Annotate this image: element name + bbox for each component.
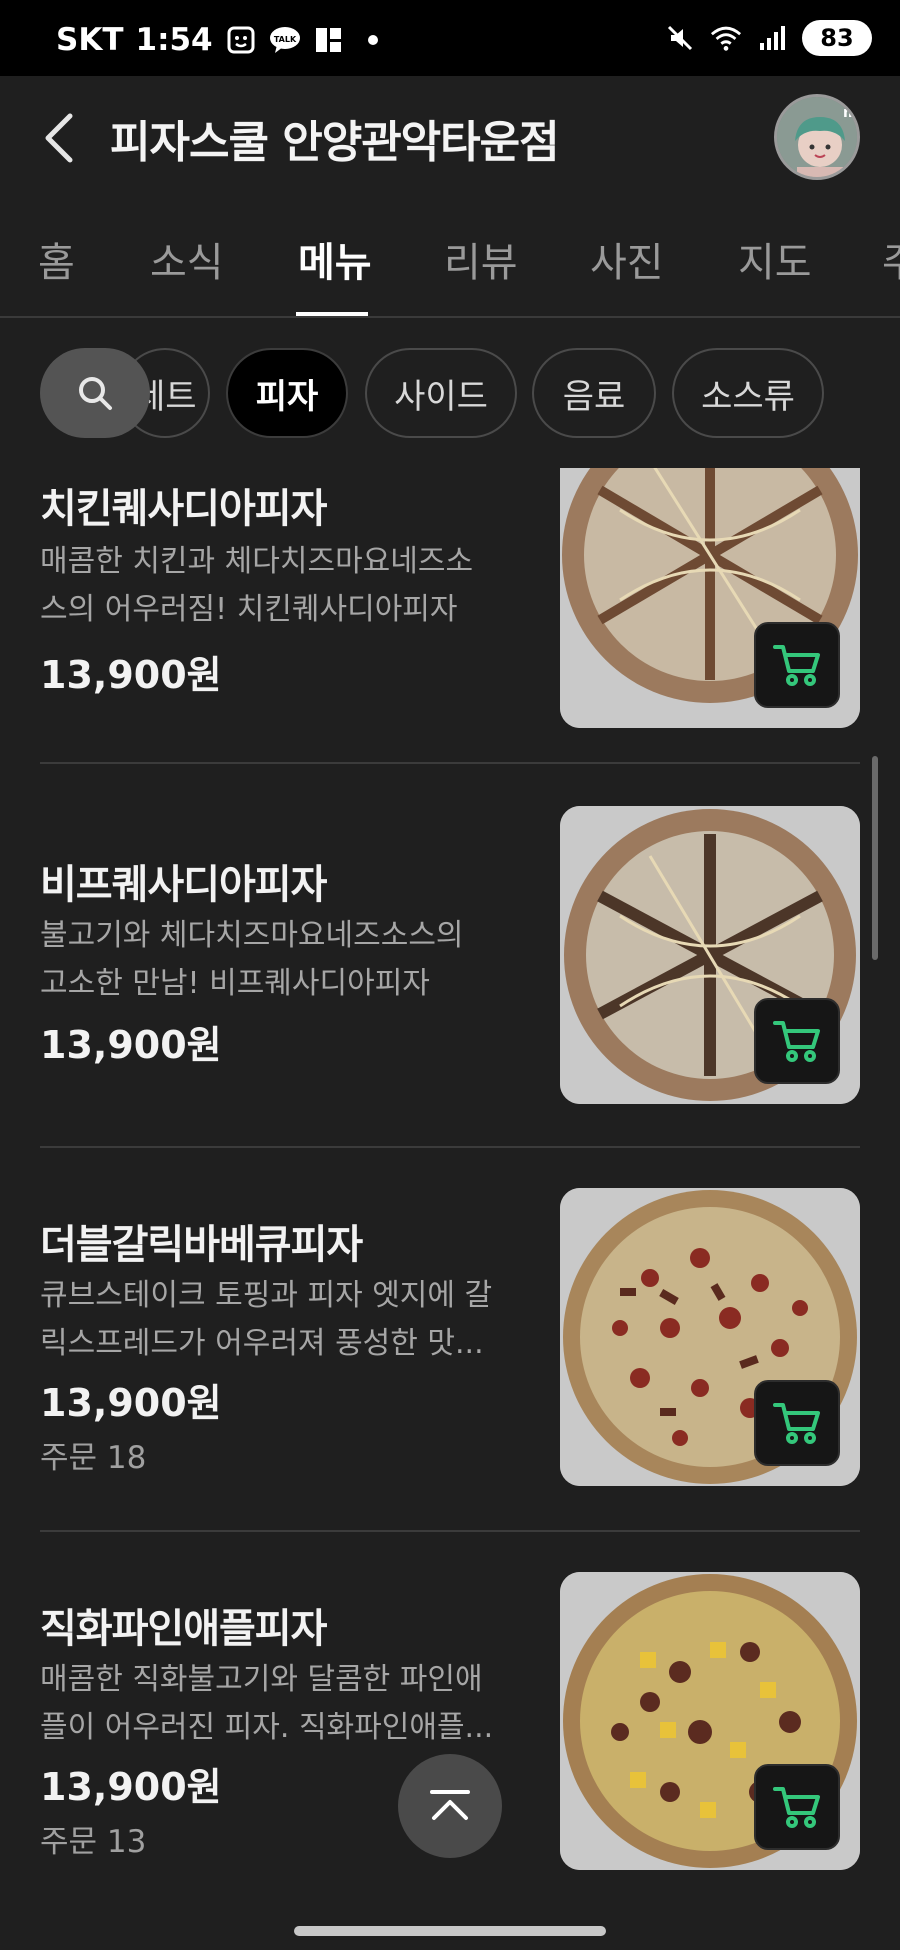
menu-item-price: 13,900원 — [40, 1765, 222, 1809]
tab-menu[interactable]: 메뉴 — [298, 230, 372, 288]
back-button[interactable] — [34, 106, 88, 170]
menu-item-name: 더블갈릭바베큐피자 — [40, 1222, 363, 1268]
category-chip-label: 소스류 — [701, 376, 795, 417]
status-bar-right: 83 — [664, 20, 872, 56]
menu-item-image[interactable] — [560, 468, 860, 728]
menu-item-order-count: 주문 18 — [40, 1440, 147, 1476]
add-to-cart-button[interactable] — [754, 998, 840, 1084]
profile-character-icon: my — [777, 97, 860, 177]
category-chip-drinks[interactable]: 음료 — [532, 348, 656, 438]
menu-item-price: 13,900원 — [40, 1381, 222, 1425]
menu-item-image[interactable] — [560, 806, 860, 1104]
menu-item-description: 매콤한 직화불고기와 달콤한 파인애 플이 어우러진 피자. 직화파인애플... — [40, 1656, 520, 1752]
tab-news[interactable]: 소식 — [150, 230, 224, 288]
add-to-cart-button[interactable] — [754, 622, 840, 708]
menu-item-name: 비프퀘사디아피자 — [40, 862, 327, 908]
menu-divider — [40, 762, 860, 764]
tab-home[interactable]: 홈 — [38, 230, 75, 288]
menu-item-price: 13,900원 — [40, 1023, 222, 1067]
add-to-cart-button[interactable] — [754, 1764, 840, 1850]
more-notifications-dot-icon — [357, 24, 389, 56]
app-notification-icon — [313, 24, 345, 56]
menu-divider — [40, 1146, 860, 1148]
menu-item-order-count: 주문 13 — [40, 1824, 147, 1860]
menu-item[interactable]: 치킨퀘사디아피자 매콤한 치킨과 체다치즈마요네즈소 스의 어우러짐! 치킨퀘사… — [40, 468, 860, 730]
menu-item-desc-line: 매콤한 직화불고기와 달콤한 파인애 — [40, 1662, 483, 1697]
menu-item-image[interactable] — [560, 1572, 860, 1870]
menu-item-desc-line: 릭스프레드가 어우러져 풍성한 맛... — [40, 1326, 484, 1361]
status-bar-left: SKT 1:54 TALK — [56, 22, 389, 58]
status-bar: SKT 1:54 TALK 83 — [0, 0, 900, 76]
menu-list: 치킨퀘사디아피자 매콤한 치킨과 체다치즈마요네즈소 스의 어우러짐! 치킨퀘사… — [0, 468, 900, 1908]
signal-icon — [756, 22, 788, 54]
menu-divider — [40, 1530, 860, 1532]
menu-item-name: 직화파인애플피자 — [40, 1606, 327, 1652]
scrollbar[interactable] — [872, 756, 878, 960]
category-chip-label: 사이드 — [394, 376, 488, 417]
menu-item-desc-line: 큐브스테이크 토핑과 피자 엣지에 갈 — [40, 1278, 493, 1313]
menu-item-image[interactable] — [560, 1188, 860, 1486]
svg-text:my: my — [843, 105, 860, 121]
menu-item-name: 치킨퀘사디아피자 — [40, 486, 327, 532]
menu-item-description: 불고기와 체다치즈마요네즈소스의 고소한 만남! 비프퀘사디아피자 — [40, 912, 520, 1008]
category-chip-pizza[interactable]: 피자 — [226, 348, 348, 438]
scroll-to-top-button[interactable] — [398, 1754, 502, 1858]
menu-item-desc-line: 불고기와 체다치즈마요네즈소스의 — [40, 918, 464, 953]
tab-partial[interactable]: 주 — [882, 230, 900, 288]
category-chip-sauce[interactable]: 소스류 — [672, 348, 824, 438]
battery-indicator: 83 — [802, 20, 872, 56]
store-tabs: 홈 소식 메뉴 리뷰 사진 지도 주 — [0, 200, 900, 318]
menu-item-price: 13,900원 — [40, 653, 222, 697]
app-header: 피자스쿨 안양관악타운점 my — [0, 76, 900, 200]
menu-item-description: 매콤한 치킨과 체다치즈마요네즈소 스의 어우러짐! 치킨퀘사디아피자 — [40, 538, 520, 634]
carrier-label: SKT — [56, 22, 124, 58]
svg-text:TALK: TALK — [273, 35, 296, 44]
menu-search-button[interactable] — [40, 348, 150, 438]
avatar[interactable]: my — [774, 94, 860, 180]
menu-item-desc-line: 고소한 만남! 비프퀘사디아피자 — [40, 966, 430, 1001]
tab-map[interactable]: 지도 — [738, 230, 812, 288]
tab-photos[interactable]: 사진 — [590, 230, 664, 288]
menu-item-desc-line: 스의 어우러짐! 치킨퀘사디아피자 — [40, 592, 458, 627]
category-chip-side[interactable]: 사이드 — [365, 348, 517, 438]
wifi-icon — [710, 22, 742, 54]
battery-level: 83 — [820, 24, 854, 52]
active-tab-indicator — [296, 312, 368, 316]
face-scan-icon — [225, 24, 257, 56]
category-chip-label: 피자 — [255, 376, 319, 417]
mute-icon — [664, 22, 696, 54]
menu-item-desc-line: 플이 어우러진 피자. 직화파인애플... — [40, 1710, 494, 1745]
add-to-cart-button[interactable] — [754, 1380, 840, 1466]
cart-icon — [773, 1021, 820, 1062]
tab-reviews[interactable]: 리뷰 — [444, 230, 518, 288]
clock: 1:54 — [135, 22, 213, 58]
talk-icon: TALK — [269, 24, 301, 56]
chevron-up-icon — [430, 1790, 470, 1820]
menu-item-description: 큐브스테이크 토핑과 피자 엣지에 갈 릭스프레드가 어우러져 풍성한 맛... — [40, 1272, 520, 1368]
category-filter-bar: 세트 피자 사이드 음료 소스류 — [0, 318, 900, 468]
search-icon — [79, 377, 112, 410]
cart-icon — [773, 645, 820, 686]
menu-item[interactable]: 비프퀘사디아피자 불고기와 체다치즈마요네즈소스의 고소한 만남! 비프퀘사디아… — [40, 806, 860, 1106]
page-title: 피자스쿨 안양관악타운점 — [110, 117, 560, 168]
home-indicator[interactable] — [294, 1926, 606, 1936]
cart-icon — [773, 1787, 820, 1828]
category-chip-label: 음료 — [562, 376, 626, 417]
cart-icon — [773, 1403, 820, 1444]
chevron-left-icon — [45, 113, 73, 163]
menu-item-desc-line: 매콤한 치킨과 체다치즈마요네즈소 — [40, 544, 474, 579]
menu-item[interactable]: 더블갈릭바베큐피자 큐브스테이크 토핑과 피자 엣지에 갈 릭스프레드가 어우러… — [40, 1188, 860, 1488]
